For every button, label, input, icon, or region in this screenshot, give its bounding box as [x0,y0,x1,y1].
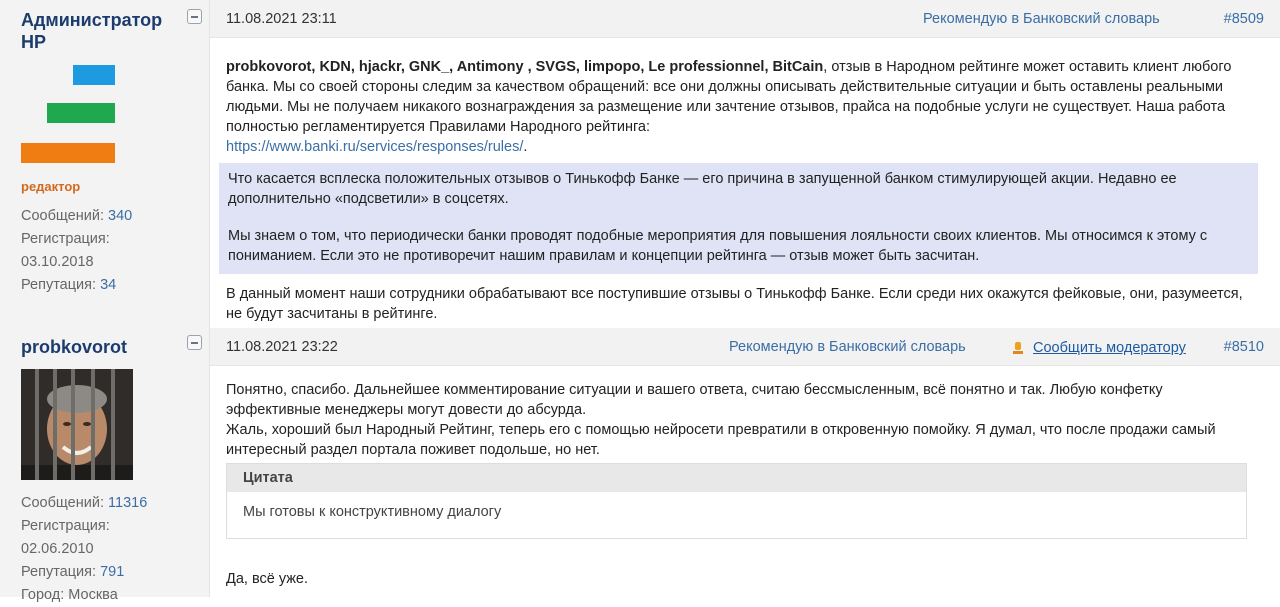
city-value: Москва [68,587,118,603]
post-paragraph-1: Понятно, спасибо. Дальнейшее комментиров… [226,382,1163,418]
quote-title: Цитата [227,464,1246,492]
messages-label: Сообщений: [21,495,104,511]
avatar [21,60,121,170]
post-closing-paragraph: В данный момент наши сотрудники обрабаты… [226,286,1243,322]
registration-date: 02.06.2010 [21,541,94,557]
reputation-link[interactable]: 34 [100,277,116,293]
post-header: 11.08.2021 23:22 Рекомендую в Банковский… [210,328,1280,366]
user-role: редактор [21,179,81,194]
avatar-image [21,369,133,480]
post-8510: probkovorot Сообщений: 11316 Регистрация… [0,328,1280,603]
author-stats: Сообщений: 11316 Регистрация: 02.06.2010… [21,492,147,607]
highlight-paragraph-2: Мы знаем о том, что периодически банки п… [228,228,1208,264]
post-content: 11.08.2021 23:22 Рекомендую в Банковский… [210,328,1280,597]
post-date: 11.08.2021 23:11 [226,11,337,27]
reputation-label: Репутация: [21,564,97,580]
collapse-icon[interactable] [187,335,202,350]
quote-text: Мы готовы к конструктивному диалогу [243,504,502,520]
reputation-label: Репутация: [21,277,97,293]
post-date: 11.08.2021 23:22 [226,339,338,355]
author-name[interactable]: probkovorot [21,336,127,358]
registration-label: Регистрация: [21,518,110,534]
recommend-link[interactable]: Рекомендую в Банковский словарь [923,11,1160,27]
reputation-link[interactable]: 791 [100,564,124,580]
messages-count-link[interactable]: 340 [108,208,132,224]
messages-label: Сообщений: [21,208,104,224]
logo-bar [21,143,115,163]
post-paragraph-2: Жаль, хороший был Народный Рейтинг, тепе… [226,422,1216,458]
post-header: 11.08.2021 23:11 Рекомендую в Банковский… [210,0,1280,38]
logo-bar [47,103,115,123]
report-moderator-icon[interactable] [1012,341,1024,355]
author-sidebar: Администратор НР редактор Сообщений: 340… [0,0,210,328]
post-content: 11.08.2021 23:11 Рекомендую в Банковский… [210,0,1280,328]
author-sidebar: probkovorot Сообщений: 11316 Регистрация… [0,328,210,603]
post-8509: Администратор НР редактор Сообщений: 340… [0,0,1280,328]
author-name[interactable]: Администратор НР [21,9,171,53]
avatar[interactable] [21,369,133,480]
post-closing-paragraph: Да, всё уже. [226,571,309,587]
recommend-link[interactable]: Рекомендую в Банковский словарь [729,339,966,355]
post-number-link[interactable]: #8510 [1224,339,1264,355]
report-moderator-link[interactable]: Сообщить модератору [1033,340,1186,356]
logo-bar [73,65,115,85]
registration-label: Регистрация: [21,231,110,247]
post-number-link[interactable]: #8509 [1224,11,1264,27]
highlighted-block: Что касается всплеска положительных отзы… [219,163,1258,274]
messages-count-link[interactable]: 11316 [108,495,147,511]
post-body: probkovorot, KDN, hjackr, GNK_, Antimony… [226,57,1250,157]
mentioned-users: probkovorot, KDN, hjackr, GNK_, Antimony… [226,59,824,75]
highlight-paragraph-1: Что касается всплеска положительных отзы… [228,171,1177,207]
collapse-icon[interactable] [187,9,202,24]
registration-date: 03.10.2018 [21,254,94,270]
city-label: Город: [21,587,65,603]
rules-link[interactable]: https://www.banki.ru/services/responses/… [226,139,523,155]
link-tail: . [523,139,528,155]
quote-block: Цитата Мы готовы к конструктивному диало… [226,463,1247,539]
author-stats: Сообщений: 340 Регистрация: 03.10.2018 Р… [21,205,132,297]
